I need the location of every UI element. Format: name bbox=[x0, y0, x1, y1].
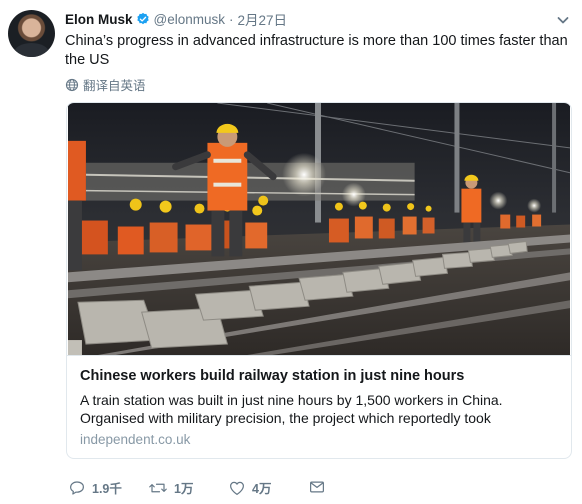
tweet[interactable]: Elon Musk @elonmusk · 2月27日 China’s prog… bbox=[0, 0, 582, 504]
tweet-text: China’s progress in advanced infrastruct… bbox=[65, 33, 568, 68]
card-description: A train station was built in just nine h… bbox=[80, 392, 503, 426]
like-button[interactable]: 4万 bbox=[228, 478, 271, 497]
globe-icon bbox=[65, 78, 79, 91]
chevron-down-icon[interactable] bbox=[555, 12, 571, 28]
retweet-button[interactable]: 1万 bbox=[148, 478, 193, 497]
separator-dot: · bbox=[229, 11, 234, 27]
like-count: 4万 bbox=[252, 482, 272, 496]
link-card[interactable]: Chinese workers build railway station in… bbox=[66, 102, 572, 459]
tweet-actions: 1.9千 1万 4万 bbox=[66, 478, 366, 500]
author-handle[interactable]: @elonmusk bbox=[154, 12, 225, 27]
avatar[interactable] bbox=[8, 10, 55, 57]
reply-count: 1.9千 bbox=[92, 482, 122, 496]
direct-message-button[interactable] bbox=[308, 478, 332, 496]
avatar-shoulders bbox=[14, 43, 49, 57]
retweet-count: 1万 bbox=[174, 482, 194, 496]
translate-link[interactable]: 翻译自英语 bbox=[65, 75, 146, 94]
card-photo bbox=[67, 103, 571, 356]
heart-icon bbox=[230, 481, 244, 495]
author-name[interactable]: Elon Musk bbox=[65, 12, 133, 27]
reply-button[interactable]: 1.9千 bbox=[68, 478, 122, 497]
tweet-header: Elon Musk @elonmusk · 2月27日 bbox=[65, 9, 287, 29]
verified-badge-icon bbox=[136, 12, 150, 26]
retweet-icon bbox=[149, 483, 167, 492]
translate-label: 翻译自英语 bbox=[83, 79, 146, 93]
envelope-icon bbox=[310, 481, 324, 493]
reply-icon bbox=[70, 480, 84, 495]
tweet-date[interactable]: 2月27日 bbox=[238, 9, 288, 29]
card-title: Chinese workers build railway station in… bbox=[80, 368, 465, 384]
card-domain: independent.co.uk bbox=[80, 432, 191, 447]
